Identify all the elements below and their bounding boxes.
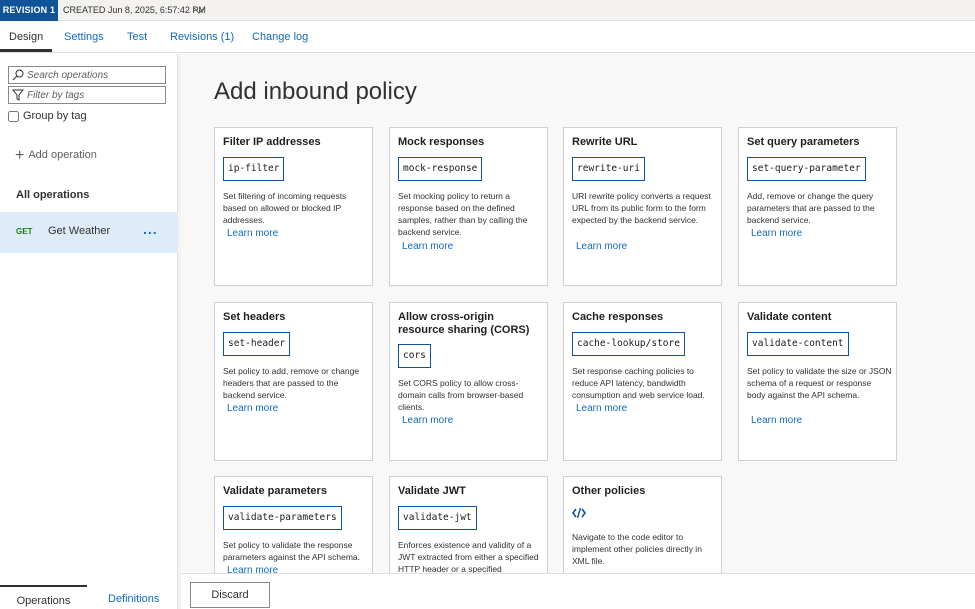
card-title: Other policies [572,485,646,497]
card-description: Set mocking policy to return a response … [398,191,528,237]
policy-gallery: Add inbound policy Filter IP addresses i… [181,54,975,573]
learn-more-link[interactable]: Learn more [402,241,453,252]
policy-card-cors[interactable]: Allow cross-origin resource sharing (COR… [389,302,548,461]
plus-icon: + [15,146,25,164]
policy-code-tag: set-query-parameter [747,157,866,181]
policy-code-tag: ip-filter [223,157,285,181]
card-title: Set query parameters [747,136,860,148]
tab-revisions[interactable]: Revisions (1) [170,22,234,52]
card-description: Enforces existence and validity of a JWT… [398,540,539,573]
card-description: Set CORS policy to allow cross-domain ca… [398,378,524,412]
tab-design[interactable]: Design [9,22,43,52]
top-tabs: Design Settings Test Revisions (1) Chang… [0,22,975,53]
card-title: Allow cross-origin resource sharing (COR… [398,311,530,336]
card-description: Set policy to add, remove or change head… [223,366,360,400]
policy-card-rewrite-url[interactable]: Rewrite URL rewrite-uri URI rewrite poli… [563,127,722,286]
operation-row[interactable]: GET Get Weather ... [0,212,178,253]
revision-bar: REVISION 1 CREATED Jun 8, 2025, 6:57:42 … [0,0,975,21]
card-description: URI rewrite policy converts a request UR… [572,191,711,225]
chevron-down-icon[interactable] [193,4,205,16]
policy-card-mock-responses[interactable]: Mock responses mock-response Set mocking… [389,127,548,286]
action-bar: Discard [181,573,975,609]
policy-code-tag: rewrite-uri [572,157,645,181]
card-title: Mock responses [398,136,485,148]
card-title: Rewrite URL [572,136,638,148]
revision-badge[interactable]: REVISION 1 [0,0,58,21]
more-options-icon[interactable]: ... [143,221,158,237]
learn-more-link[interactable]: Learn more [227,403,278,414]
learn-more-link[interactable]: Learn more [576,241,627,252]
add-operation-button[interactable]: + Add operation [15,146,97,164]
card-description: Set filtering of incoming requests based… [223,191,347,225]
policy-code-tag: mock-response [398,157,483,181]
policy-code-tag: validate-content [747,332,849,356]
card-title: Cache responses [572,311,664,323]
card-title: Validate JWT [398,485,466,497]
card-title: Validate content [747,311,832,323]
add-operation-label: Add operation [28,149,97,161]
policy-code-tag: set-header [223,332,291,356]
policy-code-tag: validate-parameters [223,506,342,530]
revision-created-timestamp: CREATED Jun 8, 2025, 6:57:42 PM [63,5,206,15]
page-title: Add inbound policy [214,78,417,105]
tab-settings[interactable]: Settings [64,22,104,52]
code-icon [572,507,586,519]
policy-card-validate-jwt[interactable]: Validate JWT validate-jwt Enforces exist… [389,476,548,573]
learn-more-link[interactable]: Learn more [402,415,453,426]
all-operations-heading[interactable]: All operations [16,189,89,201]
learn-more-link[interactable]: Learn more [751,415,802,426]
group-by-tag-label: Group by tag [23,110,87,122]
learn-more-link[interactable]: Learn more [227,228,278,239]
policy-card-validate-parameters[interactable]: Validate parameters validate-parameters … [214,476,373,573]
search-operations-input[interactable] [27,68,163,82]
policy-code-tag: cors [398,344,431,368]
tab-change-log[interactable]: Change log [252,22,308,52]
card-title: Set headers [223,311,286,323]
tab-test[interactable]: Test [127,22,147,52]
group-by-tag-checkbox[interactable] [8,110,19,122]
policy-card-filter-ip[interactable]: Filter IP addresses ip-filter Set filter… [214,127,373,286]
policy-card-validate-content[interactable]: Validate content validate-content Set po… [738,302,897,461]
operation-name: Get Weather [48,225,111,237]
filter-tags-input[interactable] [27,88,163,102]
tab-definitions[interactable]: Definitions [108,585,159,609]
policy-card-set-query-parameters[interactable]: Set query parameters set-query-parameter… [738,127,897,286]
filter-icon [12,89,24,101]
policy-card-set-headers[interactable]: Set headers set-header Set policy to add… [214,302,373,461]
card-title: Filter IP addresses [223,136,321,148]
tab-operations[interactable]: Operations [0,585,87,609]
card-description: Set response caching policies to reduce … [572,366,705,400]
active-tab-indicator [0,49,52,52]
policy-code-tag: cache-lookup/store [572,332,685,356]
policy-code-tag: validate-jwt [398,506,477,530]
learn-more-link[interactable]: Learn more [227,565,278,573]
sidebar-bottom-tabs: Operations Definitions [0,585,178,609]
search-icon [12,69,24,81]
policy-card-other-policies[interactable]: Other policies Navigate to the code edit… [563,476,722,573]
operations-sidebar: Group by tag + Add operation All operati… [0,54,178,609]
http-verb-badge: GET [16,227,33,236]
card-description: Set policy to validate the response para… [223,540,361,562]
card-title: Validate parameters [223,485,327,497]
learn-more-link[interactable]: Learn more [576,403,627,414]
learn-more-link[interactable]: Learn more [751,228,802,239]
card-description: Navigate to the code editor to implement… [572,532,702,566]
policy-card-cache-responses[interactable]: Cache responses cache-lookup/store Set r… [563,302,722,461]
search-operations-box[interactable] [8,66,166,84]
card-description: Set policy to validate the size or JSON … [747,366,892,400]
discard-button[interactable]: Discard [190,582,270,608]
group-by-tag-toggle[interactable]: Group by tag [8,109,87,123]
filter-tags-box[interactable] [8,86,166,104]
card-description: Add, remove or change the query paramete… [747,191,875,225]
